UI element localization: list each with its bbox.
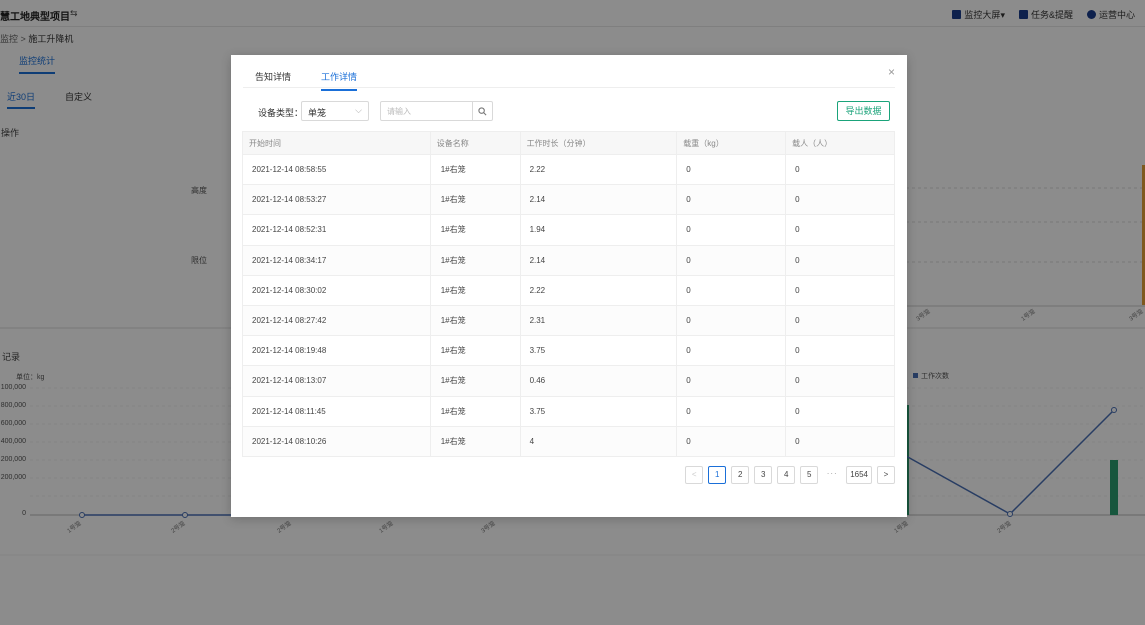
table-row: 2021-12-14 08:58:55 1#右笼 2.22 0 0 <box>242 153 895 186</box>
table-row: 2021-12-14 08:13:07 1#右笼 0.46 0 0 <box>242 365 895 397</box>
tab-divider <box>243 87 895 88</box>
cell-passengers: 0 <box>785 395 895 427</box>
cell-passengers: 0 <box>785 425 895 457</box>
cell-device: 1#右笼 <box>429 153 521 186</box>
cell-load: 0 <box>676 184 787 216</box>
cell-device: 1#右笼 <box>429 244 521 276</box>
cell-start-time: 2021-12-14 08:10:26 <box>242 425 431 457</box>
cell-passengers: 0 <box>785 274 895 306</box>
cell-load: 0 <box>676 304 787 337</box>
page-button[interactable]: 3 <box>754 466 773 484</box>
cell-device: 1#右笼 <box>429 184 521 216</box>
cell-start-time: 2021-12-14 08:11:45 <box>242 395 431 427</box>
cell-load: 0 <box>676 365 787 397</box>
cell-passengers: 0 <box>785 244 895 276</box>
col-passengers: 载人（人） <box>785 131 895 155</box>
cell-start-time: 2021-12-14 08:27:42 <box>242 304 431 337</box>
cell-start-time: 2021-12-14 08:13:07 <box>242 365 431 397</box>
cell-device: 1#右笼 <box>429 214 521 246</box>
cell-duration: 0.46 <box>519 365 678 397</box>
cell-passengers: 0 <box>785 365 895 397</box>
cell-device: 1#右笼 <box>429 425 521 457</box>
cell-start-time: 2021-12-14 08:30:02 <box>242 274 431 306</box>
table-row: 2021-12-14 08:53:27 1#右笼 2.14 0 0 <box>242 184 895 216</box>
cell-duration: 2.31 <box>519 304 678 337</box>
cell-start-time: 2021-12-14 08:58:55 <box>242 153 431 186</box>
col-load: 载重（kg） <box>676 131 787 155</box>
page-button[interactable]: 5 <box>800 466 819 484</box>
cell-load: 0 <box>676 244 787 276</box>
table-row: 2021-12-14 08:34:17 1#右笼 2.14 0 0 <box>242 244 895 276</box>
cell-device: 1#右笼 <box>429 304 521 337</box>
ellipsis-more[interactable]: ··· <box>823 466 842 484</box>
cell-device: 1#右笼 <box>429 335 521 367</box>
cell-device: 1#右笼 <box>429 395 521 427</box>
cell-load: 0 <box>676 395 787 427</box>
cell-load: 0 <box>676 335 787 367</box>
next-page-button[interactable]: > <box>877 466 895 484</box>
cell-duration: 4 <box>519 425 678 457</box>
page-button[interactable]: 4 <box>777 466 796 484</box>
table-row: 2021-12-14 08:52:31 1#右笼 1.94 0 0 <box>242 214 895 246</box>
page-button[interactable]: 2 <box>731 466 750 484</box>
pagination: < 1 2 3 4 5 ··· 1654 > <box>685 466 895 484</box>
work-detail-table: 开始时间 设备名称 工作时长（分钟） 载重（kg） 载人（人） 2021-12-… <box>242 131 895 457</box>
page-button[interactable]: 1 <box>708 466 727 484</box>
cell-duration: 2.14 <box>519 184 678 216</box>
cell-load: 0 <box>676 425 787 457</box>
cell-device: 1#右笼 <box>429 365 521 397</box>
work-detail-modal: 告知详情 工作详情 × 设备类型： 单笼 ⌵ 导出数据 开始时间 设备名称 工作… <box>231 55 907 517</box>
cell-duration: 2.22 <box>519 274 678 306</box>
search-input[interactable] <box>380 101 473 121</box>
cell-passengers: 0 <box>785 214 895 246</box>
search-button[interactable] <box>472 101 493 121</box>
device-type-label: 设备类型： <box>258 108 304 118</box>
chevron-down-icon: ⌵ <box>355 105 362 115</box>
cell-load: 0 <box>676 274 787 306</box>
cell-passengers: 0 <box>785 335 895 367</box>
device-type-select[interactable]: 单笼 ⌵ <box>301 101 369 121</box>
cell-load: 0 <box>676 153 787 186</box>
device-type-value: 单笼 <box>308 108 327 118</box>
cell-duration: 1.94 <box>519 214 678 246</box>
table-row: 2021-12-14 08:30:02 1#右笼 2.22 0 0 <box>242 274 895 306</box>
col-start-time: 开始时间 <box>242 131 431 155</box>
last-page-button[interactable]: 1654 <box>846 466 872 484</box>
cell-duration: 3.75 <box>519 335 678 367</box>
cell-duration: 2.22 <box>519 153 678 186</box>
export-data-button[interactable]: 导出数据 <box>837 101 890 121</box>
cell-passengers: 0 <box>785 304 895 337</box>
table-row: 2021-12-14 08:19:48 1#右笼 3.75 0 0 <box>242 335 895 367</box>
cell-passengers: 0 <box>785 153 895 186</box>
table-header-row: 开始时间 设备名称 工作时长（分钟） 载重（kg） 载人（人） <box>242 131 895 155</box>
cell-passengers: 0 <box>785 184 895 216</box>
col-device-name: 设备名称 <box>429 131 521 155</box>
cell-device: 1#右笼 <box>429 274 521 306</box>
cell-duration: 3.75 <box>519 395 678 427</box>
cell-start-time: 2021-12-14 08:52:31 <box>242 214 431 246</box>
cell-duration: 2.14 <box>519 244 678 276</box>
cell-load: 0 <box>676 214 787 246</box>
cell-start-time: 2021-12-14 08:19:48 <box>242 335 431 367</box>
search-icon <box>478 106 487 115</box>
close-icon[interactable]: × <box>888 65 895 79</box>
table-row: 2021-12-14 08:10:26 1#右笼 4 0 0 <box>242 425 895 457</box>
col-duration: 工作时长（分钟） <box>519 131 678 155</box>
cell-start-time: 2021-12-14 08:34:17 <box>242 244 431 276</box>
cell-start-time: 2021-12-14 08:53:27 <box>242 184 431 216</box>
table-row: 2021-12-14 08:11:45 1#右笼 3.75 0 0 <box>242 395 895 427</box>
prev-page-button[interactable]: < <box>685 466 704 484</box>
table-row: 2021-12-14 08:27:42 1#右笼 2.31 0 0 <box>242 304 895 337</box>
